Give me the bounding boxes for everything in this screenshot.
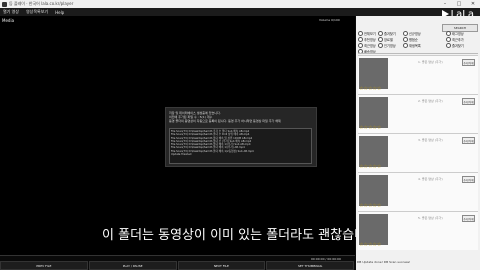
scan-dialog: 저장 및 데이터베이스 생성중에 있습니다. 이전에 추가된 파일 수 : 5(… bbox=[165, 107, 317, 167]
status-text: DB Update done! DB Scan success! bbox=[357, 260, 411, 264]
category-label: 신규영상 bbox=[409, 32, 421, 36]
category-label: 전체보기 bbox=[364, 32, 376, 36]
category-label: 최근영상 bbox=[364, 44, 376, 48]
category-item[interactable]: 태그영상 bbox=[446, 31, 464, 36]
menu-help[interactable]: Help bbox=[55, 10, 64, 15]
video-thumbnail[interactable] bbox=[359, 136, 388, 167]
minimize-icon[interactable]: – bbox=[438, 1, 452, 7]
maximize-icon[interactable]: □ bbox=[452, 1, 466, 7]
category-label: 즐겨찾기 bbox=[452, 44, 464, 48]
set-thumbnail-button[interactable]: SET THUMBNAIL bbox=[266, 261, 354, 270]
next-file-button[interactable]: NEXT FILE bbox=[177, 261, 266, 270]
radio-icon bbox=[446, 31, 451, 36]
category-item[interactable]: 인기영상 bbox=[378, 43, 396, 48]
category-item[interactable]: 재생목록 bbox=[403, 43, 421, 48]
video-card[interactable]: 1. 좋은 영상 (추가) 추가/삭제 ☆☆☆☆☆ bbox=[358, 55, 478, 94]
category-item[interactable]: 장르별 bbox=[378, 37, 393, 42]
window-title: 등 플레이 · 한국어 lala.co.kr/player bbox=[9, 1, 74, 6]
category-item[interactable]: 최근영상 bbox=[358, 43, 376, 48]
radio-icon bbox=[446, 43, 451, 48]
video-name: 1. 좋은 영상 (추가) bbox=[418, 60, 443, 64]
video-card[interactable]: 3. 좋은 영상 (추가) 추가/삭제 ☆☆☆☆☆ bbox=[358, 133, 478, 172]
category-label: 재생목록 bbox=[409, 44, 421, 48]
video-thumbnail[interactable] bbox=[359, 175, 388, 206]
category-item[interactable]: 최근추가 bbox=[446, 37, 464, 42]
radio-icon bbox=[378, 31, 383, 36]
video-name: 3. 좋은 영상 (추가) bbox=[418, 138, 443, 142]
radio-icon bbox=[378, 37, 383, 42]
category-label: 최근추가 bbox=[452, 38, 464, 42]
radio-icon bbox=[358, 37, 363, 42]
scan-log[interactable]: File Scan(73) D:\Desktop\Samth 추가 수 폴더 S… bbox=[169, 128, 312, 164]
category-label: 즐겨찾기 bbox=[384, 32, 396, 36]
card-action-button[interactable]: 추가/삭제 bbox=[462, 137, 475, 144]
app-icon bbox=[2, 1, 7, 7]
category-item[interactable]: 전체보기 bbox=[358, 31, 376, 36]
radio-icon bbox=[403, 43, 408, 48]
video-thumbnail[interactable] bbox=[359, 58, 388, 89]
log-line: Update finished bbox=[171, 153, 192, 157]
rating-stars[interactable]: ☆☆☆☆☆ bbox=[359, 164, 381, 170]
play-pause-button[interactable]: PLAY / PAUSE bbox=[88, 261, 177, 270]
radio-icon bbox=[358, 31, 363, 36]
prev-file-button[interactable]: PREV FILE bbox=[0, 261, 88, 270]
video-card[interactable]: 5. 좋은 영상 (추가) 추가/삭제 ☆☆☆☆☆ bbox=[358, 211, 478, 250]
category-item[interactable]: 평점순 bbox=[403, 37, 418, 42]
video-name: 2. 좋은 영상 (추가) bbox=[418, 99, 443, 103]
window-titlebar: 등 플레이 · 한국어 lala.co.kr/player – □ ✕ bbox=[0, 0, 480, 8]
divider bbox=[358, 53, 478, 54]
rating-stars[interactable]: ☆☆☆☆☆ bbox=[359, 242, 381, 248]
card-action-button[interactable]: 추가/삭제 bbox=[462, 215, 475, 222]
rating-stars[interactable]: ☆☆☆☆☆ bbox=[359, 203, 381, 209]
video-thumbnail[interactable] bbox=[359, 97, 388, 128]
video-card[interactable]: 4. 좋은 영상 (추가) 추가/삭제 ☆☆☆☆☆ bbox=[358, 172, 478, 211]
video-name: 4. 좋은 영상 (추가) bbox=[418, 177, 443, 181]
video-thumbnail[interactable] bbox=[359, 214, 388, 245]
card-action-button[interactable]: 추가/삭제 bbox=[462, 59, 475, 66]
radio-icon bbox=[378, 43, 383, 48]
menu-playlist[interactable]: 영상목록보기 bbox=[26, 9, 48, 15]
progress-bar[interactable] bbox=[0, 255, 355, 256]
category-label: 태그영상 bbox=[452, 32, 464, 36]
volume-readout: Volume 0/100 bbox=[319, 18, 340, 22]
category-label: 평점순 bbox=[409, 38, 418, 42]
radio-icon bbox=[403, 37, 408, 42]
rating-stars[interactable]: ☆☆☆☆☆ bbox=[359, 125, 381, 131]
video-card[interactable]: 2. 좋은 영상 (추가) 추가/삭제 ☆☆☆☆☆ bbox=[358, 94, 478, 133]
rating-stars[interactable]: ☆☆☆☆☆ bbox=[359, 86, 381, 92]
close-icon[interactable]: ✕ bbox=[466, 1, 480, 7]
category-item[interactable]: 즐겨찾기 bbox=[378, 31, 396, 36]
media-label: Media bbox=[2, 18, 15, 23]
category-label: 장르별 bbox=[384, 38, 393, 42]
radio-icon bbox=[403, 31, 408, 36]
category-label: 추천영상 bbox=[364, 38, 376, 42]
radio-icon bbox=[358, 43, 363, 48]
category-label: 인기영상 bbox=[384, 44, 396, 48]
menu-open[interactable]: 열기 영상 bbox=[3, 9, 19, 15]
control-bar: PREV FILE PLAY / PAUSE NEXT FILE SET THU… bbox=[0, 261, 355, 270]
menu-bar: 열기 영상 영상목록보기 Help bbox=[0, 8, 480, 16]
video-name: 5. 좋은 영상 (추가) bbox=[418, 216, 443, 220]
category-item[interactable]: 즐겨찾기 bbox=[446, 43, 464, 48]
radio-icon bbox=[446, 37, 451, 42]
category-item[interactable]: 추천영상 bbox=[358, 37, 376, 42]
card-action-button[interactable]: 추가/삭제 bbox=[462, 176, 475, 183]
category-item[interactable]: 신규영상 bbox=[403, 31, 421, 36]
dialog-message-3: 동영 폴더의 동영상이 자동으로 등록이 됩니다. 동영 추가 하시려면 동영상… bbox=[169, 119, 281, 123]
card-action-button[interactable]: 추가/삭제 bbox=[462, 98, 475, 105]
